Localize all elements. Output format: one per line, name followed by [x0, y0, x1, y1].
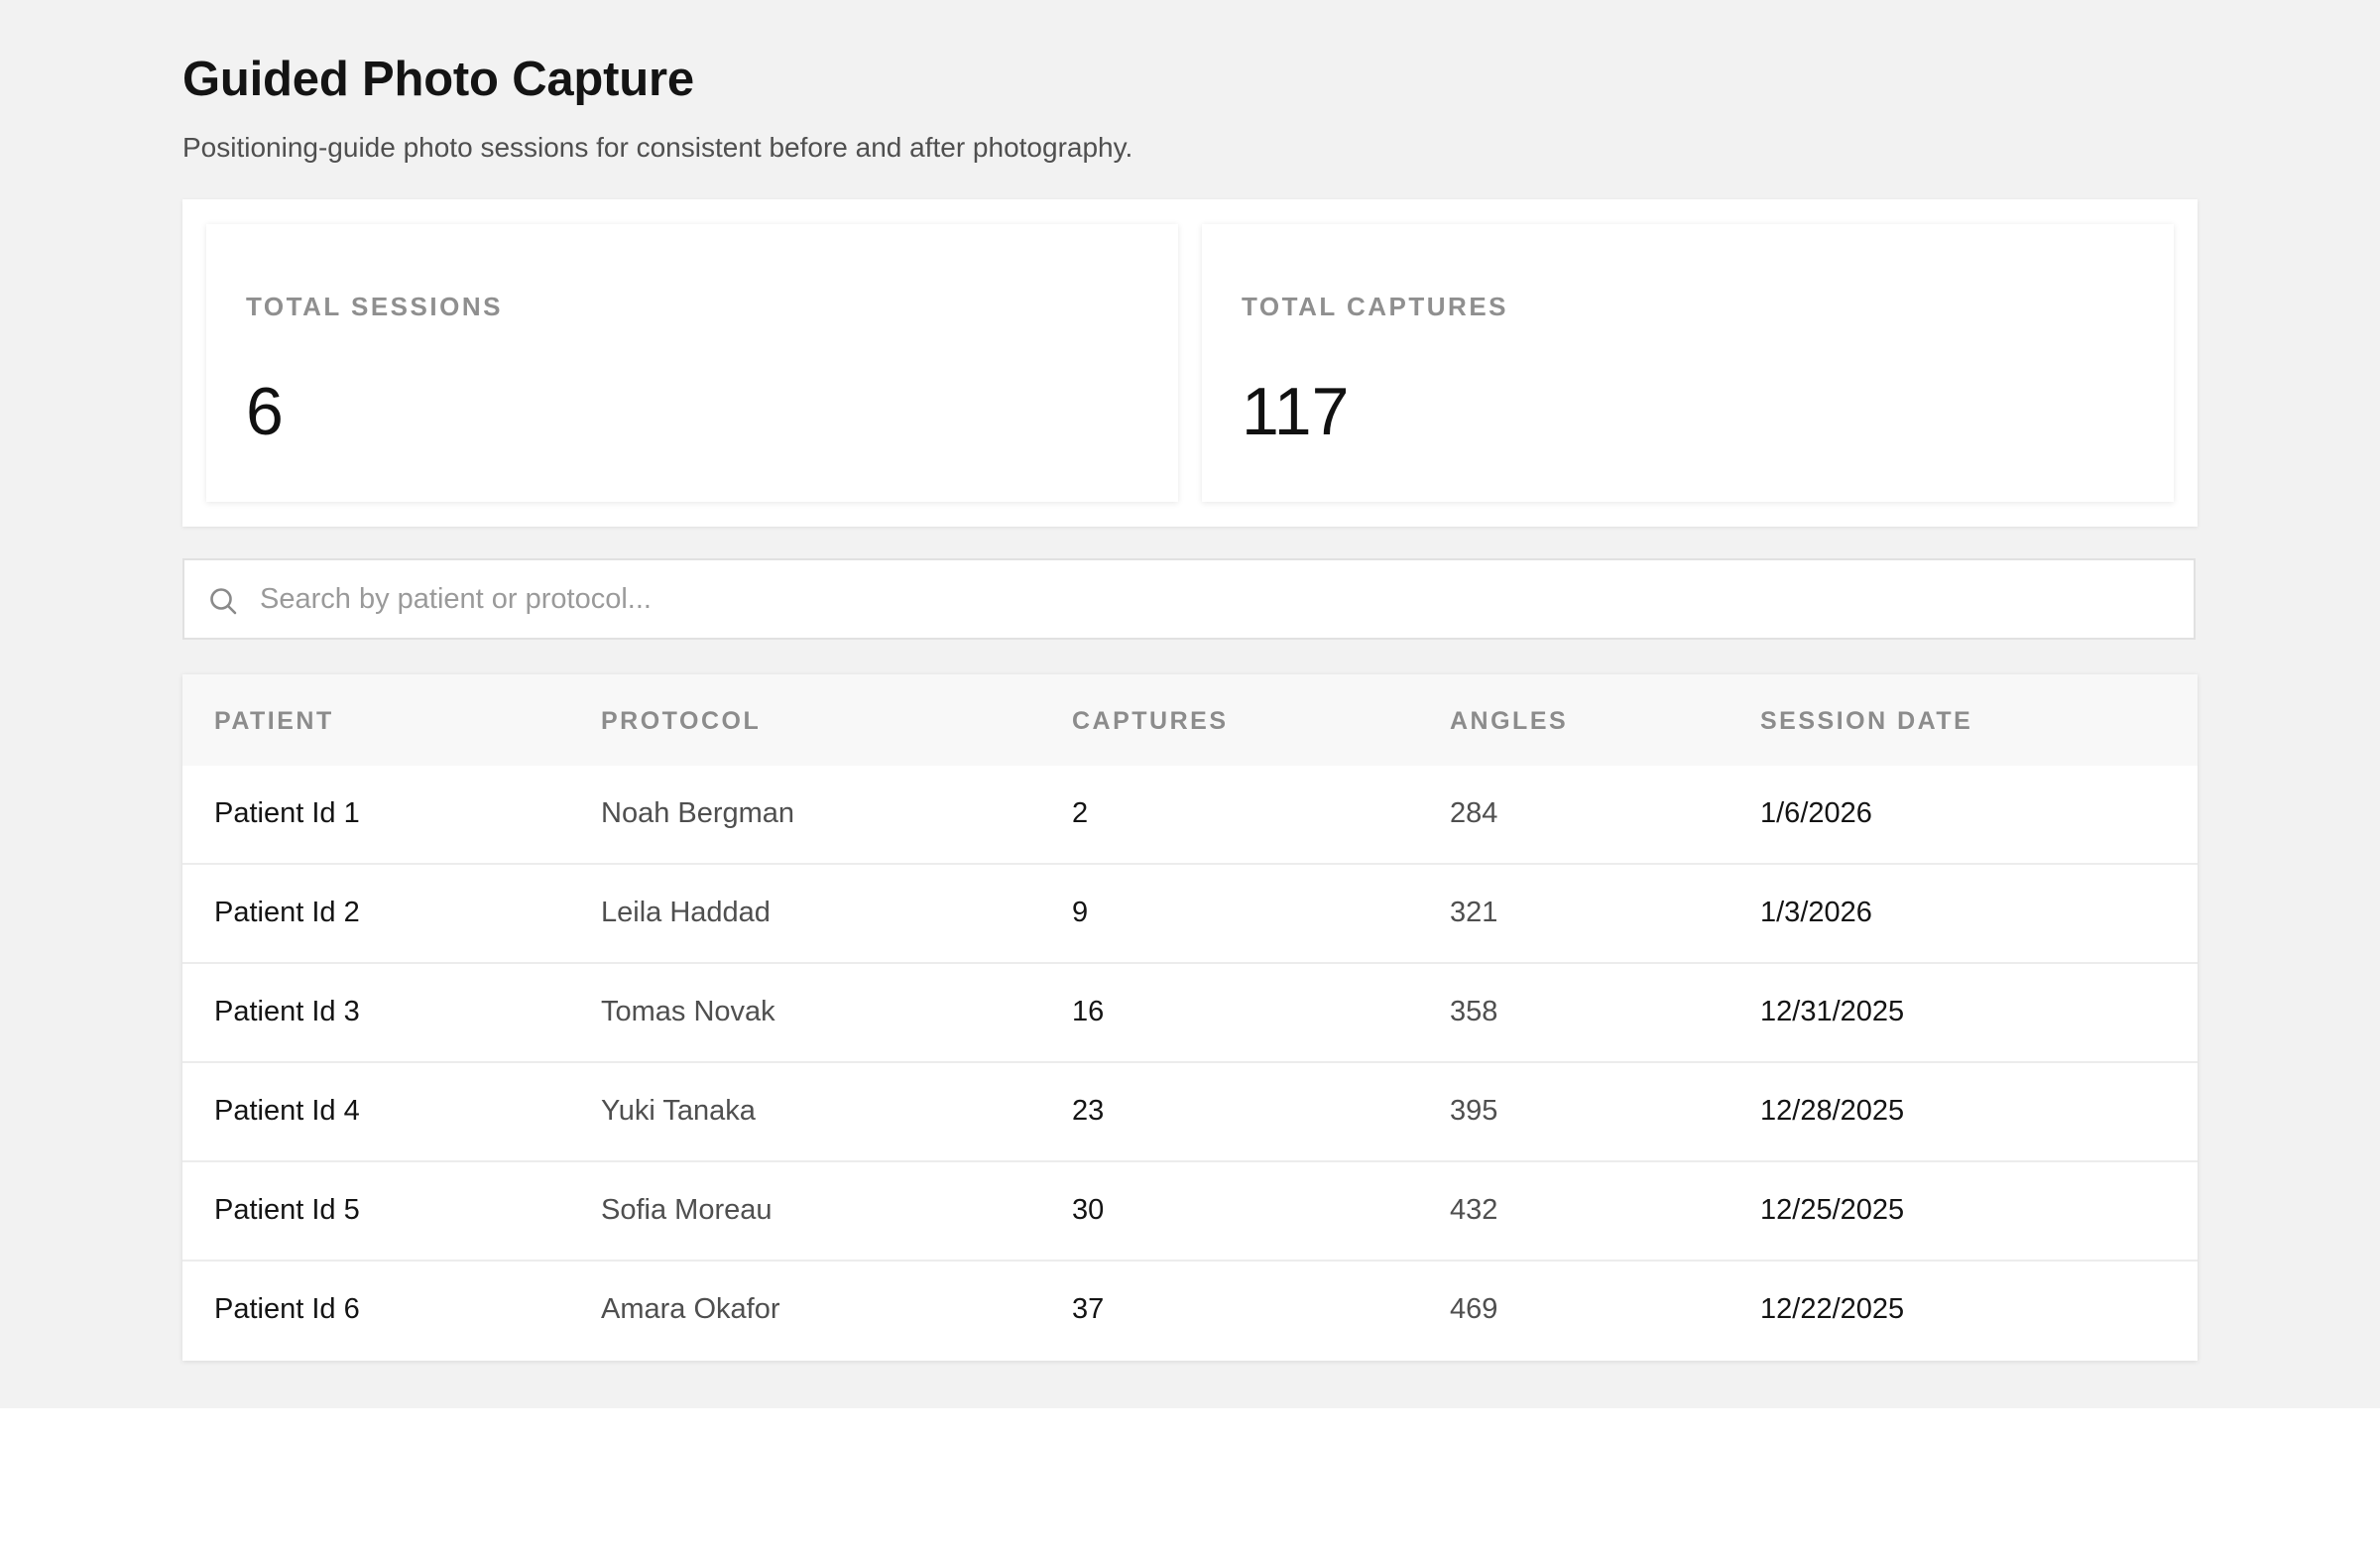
- protocol-cell: Leila Haddad: [601, 897, 771, 928]
- session-date-cell: 1/6/2026: [1760, 797, 1872, 829]
- total-captures-value: 117: [1242, 374, 1350, 449]
- captures-cell: 30: [1072, 1194, 1105, 1226]
- column-header-protocol[interactable]: PROTOCOL: [601, 707, 761, 736]
- table-row[interactable]: Patient Id 3 Tomas Novak 16 358 12/31/20…: [182, 964, 2198, 1063]
- sessions-table: PATIENT PROTOCOL CAPTURES ANGLES SESSION…: [182, 674, 2198, 1361]
- app-container: Guided Photo Capture Positioning-guide p…: [0, 0, 2380, 1408]
- table-row[interactable]: Patient Id 5 Sofia Moreau 30 432 12/25/2…: [182, 1162, 2198, 1262]
- total-captures-label: TOTAL CAPTURES: [1242, 292, 1509, 321]
- patient-cell: Patient Id 6: [214, 1293, 360, 1325]
- total-sessions-label: TOTAL SESSIONS: [246, 292, 503, 321]
- angles-cell: 469: [1450, 1293, 1498, 1325]
- column-header-patient[interactable]: PATIENT: [214, 707, 334, 736]
- angles-cell: 321: [1450, 897, 1498, 928]
- table-row[interactable]: Patient Id 6 Amara Okafor 37 469 12/22/2…: [182, 1262, 2198, 1361]
- captures-cell: 23: [1072, 1095, 1105, 1127]
- page-title: Guided Photo Capture: [182, 53, 694, 106]
- angles-cell: 284: [1450, 797, 1498, 829]
- total-sessions-card: TOTAL SESSIONS 6: [206, 224, 1178, 502]
- patient-cell: Patient Id 5: [214, 1194, 360, 1226]
- angles-cell: 395: [1450, 1095, 1498, 1127]
- patient-cell: Patient Id 1: [214, 797, 360, 829]
- protocol-cell: Sofia Moreau: [601, 1194, 773, 1226]
- page-subtitle: Positioning-guide photo sessions for con…: [182, 132, 1133, 163]
- session-date-cell: 1/3/2026: [1760, 897, 1872, 928]
- total-sessions-value: 6: [246, 374, 284, 449]
- angles-cell: 358: [1450, 996, 1498, 1027]
- session-date-cell: 12/31/2025: [1760, 996, 1905, 1027]
- search-input[interactable]: [260, 572, 2144, 626]
- patient-cell: Patient Id 3: [214, 996, 360, 1027]
- table-row[interactable]: Patient Id 4 Yuki Tanaka 23 395 12/28/20…: [182, 1063, 2198, 1162]
- stats-panel: TOTAL SESSIONS 6 TOTAL CAPTURES 117: [182, 199, 2198, 527]
- captures-cell: 16: [1072, 996, 1105, 1027]
- session-date-cell: 12/22/2025: [1760, 1293, 1905, 1325]
- protocol-cell: Tomas Novak: [601, 996, 775, 1027]
- table-header: PATIENT PROTOCOL CAPTURES ANGLES SESSION…: [182, 674, 2198, 766]
- search-box[interactable]: [182, 558, 2196, 640]
- protocol-cell: Amara Okafor: [601, 1293, 780, 1325]
- column-header-session-date[interactable]: SESSION DATE: [1760, 707, 1972, 736]
- search-icon: [210, 588, 237, 615]
- protocol-cell: Yuki Tanaka: [601, 1095, 756, 1127]
- patient-cell: Patient Id 2: [214, 897, 360, 928]
- session-date-cell: 12/25/2025: [1760, 1194, 1905, 1226]
- total-captures-card: TOTAL CAPTURES 117: [1202, 224, 2174, 502]
- angles-cell: 432: [1450, 1194, 1498, 1226]
- column-header-captures[interactable]: CAPTURES: [1072, 707, 1229, 736]
- captures-cell: 2: [1072, 797, 1089, 829]
- table-row[interactable]: Patient Id 1 Noah Bergman 2 284 1/6/2026: [182, 766, 2198, 865]
- table-row[interactable]: Patient Id 2 Leila Haddad 9 321 1/3/2026: [182, 865, 2198, 964]
- column-header-angles[interactable]: ANGLES: [1450, 707, 1568, 736]
- captures-cell: 37: [1072, 1293, 1105, 1325]
- session-date-cell: 12/28/2025: [1760, 1095, 1905, 1127]
- patient-cell: Patient Id 4: [214, 1095, 360, 1127]
- protocol-cell: Noah Bergman: [601, 797, 795, 829]
- captures-cell: 9: [1072, 897, 1089, 928]
